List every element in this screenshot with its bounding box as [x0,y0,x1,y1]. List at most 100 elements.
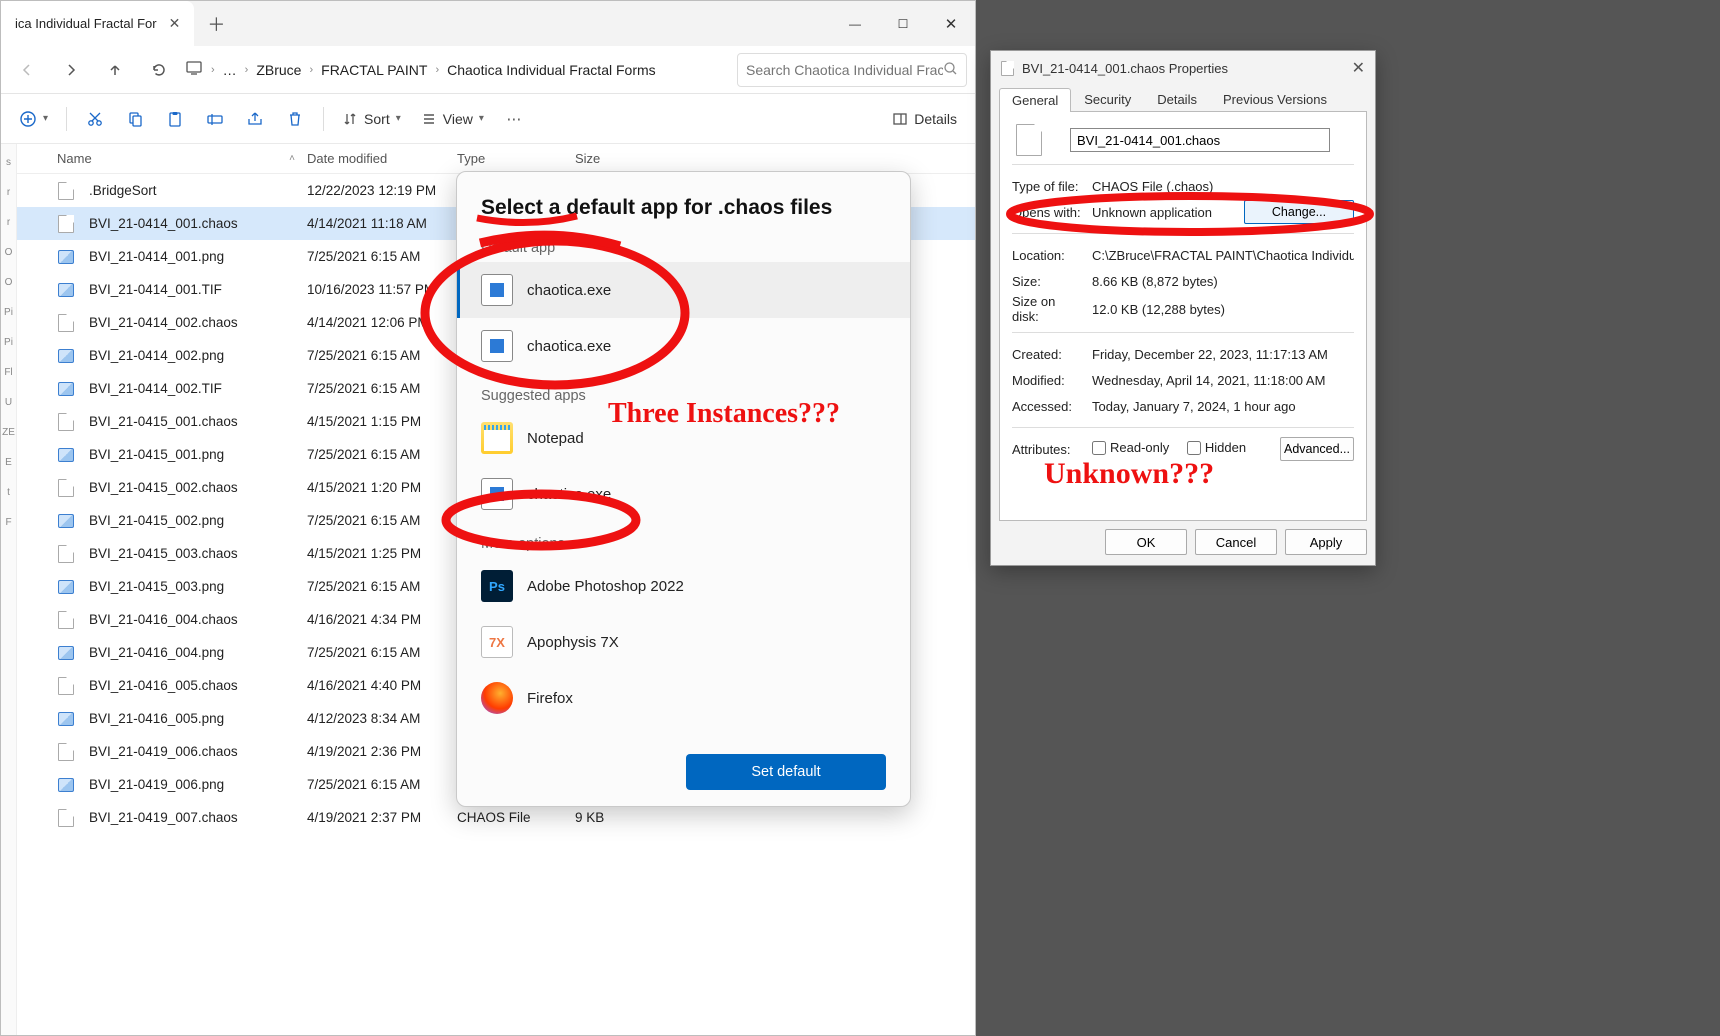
details-label: Details [914,111,957,127]
change-button[interactable]: Change... [1244,200,1354,224]
close-icon[interactable]: ✕ [1352,58,1365,78]
hidden-checkbox[interactable]: Hidden [1187,440,1246,455]
paste-button[interactable] [157,101,193,137]
sort-arrow-icon: ˄ [289,153,295,164]
forward-button[interactable] [53,52,89,88]
share-button[interactable] [237,101,273,137]
tif-icon [57,380,75,398]
crumb[interactable]: Chaotica Individual Fractal Forms [447,62,656,78]
app-chaotica-2[interactable]: chaotica.exe [457,318,910,374]
png-icon [57,446,75,464]
file-name: BVI_21-0414_001.png [89,249,224,264]
ok-button[interactable]: OK [1105,529,1187,555]
tab-close-icon[interactable]: ✕ [169,15,181,32]
crumb[interactable]: FRACTAL PAINT [321,62,427,78]
advanced-button[interactable]: Advanced... [1280,437,1354,461]
tab-details[interactable]: Details [1144,87,1210,111]
file-icon [57,611,75,629]
dialog-title: Select a default app for .chaos files [457,196,910,226]
delete-button[interactable] [277,101,313,137]
minimize-button[interactable]: — [831,1,879,46]
file-size: 9 KB [575,810,655,825]
readonly-checkbox[interactable]: Read-only [1092,440,1169,455]
search-box[interactable] [737,53,967,87]
file-name: BVI_21-0414_002.TIF [89,381,222,396]
maximize-button[interactable]: ☐ [879,1,927,46]
file-icon [57,182,75,200]
tab-title: ica Individual Fractal For [15,16,157,31]
file-name: BVI_21-0415_002.png [89,513,224,528]
file-name: BVI_21-0415_001.chaos [89,414,238,429]
tab-security[interactable]: Security [1071,87,1144,111]
section-more: More options [457,522,910,558]
view-button[interactable]: View▾ [413,101,492,137]
app-firefox[interactable]: Firefox [457,670,910,726]
file-name: BVI_21-0415_001.png [89,447,224,462]
app-apophysis[interactable]: 7XApophysis 7X [457,614,910,670]
details-pane-button[interactable]: Details [884,101,965,137]
file-date: 7/25/2021 6:15 AM [307,249,457,264]
up-button[interactable] [97,52,133,88]
file-type: CHAOS File [457,810,575,825]
explorer-tab[interactable]: ica Individual Fractal For ✕ [1,1,194,46]
col-name[interactable]: Name [57,151,92,166]
cut-button[interactable] [77,101,113,137]
file-name: BVI_21-0414_001.chaos [89,216,238,231]
app-icon [481,274,513,306]
app-chaotica-1[interactable]: chaotica.exe [457,262,910,318]
file-date: 4/16/2021 4:34 PM [307,612,457,627]
crumb[interactable]: ZBruce [256,62,301,78]
cancel-button[interactable]: Cancel [1195,529,1277,555]
file-icon [57,743,75,761]
big-file-icon [1016,124,1042,156]
rename-button[interactable] [197,101,233,137]
file-name: .BridgeSort [89,183,157,198]
location-value: C:\ZBruce\FRACTAL PAINT\Chaotica Individ… [1092,248,1354,263]
sort-button[interactable]: Sort▾ [334,101,409,137]
col-type[interactable]: Type [457,151,575,166]
tabs: General Security Details Previous Versio… [991,85,1375,111]
refresh-button[interactable] [141,52,177,88]
tif-icon [57,281,75,299]
app-chaotica-3[interactable]: chaotica.exe [457,466,910,522]
view-label: View [443,111,473,127]
section-default: Default app [457,226,910,262]
file-date: 4/15/2021 1:15 PM [307,414,457,429]
column-headers[interactable]: Name ˄ Date modified Type Size [17,144,975,174]
notepad-icon [481,422,513,454]
breadcrumbs[interactable]: ›…› ZBruce› FRACTAL PAINT› Chaotica Indi… [185,59,729,80]
search-icon [943,61,958,79]
photoshop-icon: Ps [481,570,513,602]
open-with-dialog: Select a default app for .chaos files De… [456,171,911,807]
tab-prev-versions[interactable]: Previous Versions [1210,87,1340,111]
app-notepad[interactable]: Notepad [457,410,910,466]
apply-button[interactable]: Apply [1285,529,1367,555]
new-button[interactable]: ▾ [11,101,56,137]
new-tab-button[interactable]: ＋ [194,1,238,46]
png-icon [57,710,75,728]
file-date: 4/16/2021 4:40 PM [307,678,457,693]
filename-input[interactable] [1070,128,1330,152]
file-date: 7/25/2021 6:15 AM [307,447,457,462]
set-default-button[interactable]: Set default [686,754,886,790]
file-date: 4/14/2021 11:18 AM [307,216,457,231]
toolbar: ▾ Sort▾ View▾ ⋯ Details [1,94,975,144]
monitor-icon [185,59,203,80]
back-button[interactable] [9,52,45,88]
file-name: BVI_21-0414_002.chaos [89,315,238,330]
close-window-button[interactable]: ✕ [927,1,975,46]
tab-general[interactable]: General [999,88,1071,112]
file-date: 10/16/2023 11:57 PM [307,282,457,297]
app-photoshop[interactable]: PsAdobe Photoshop 2022 [457,558,910,614]
modified-value: Wednesday, April 14, 2021, 11:18:00 AM [1092,373,1354,388]
col-date[interactable]: Date modified [307,151,457,166]
col-size[interactable]: Size [575,151,655,166]
search-input[interactable] [746,62,943,78]
more-button[interactable]: ⋯ [496,101,532,137]
copy-button[interactable] [117,101,153,137]
dialog-titlebar[interactable]: BVI_21-0414_001.chaos Properties ✕ [991,51,1375,85]
file-name: BVI_21-0416_005.chaos [89,678,238,693]
png-icon [57,578,75,596]
file-name: BVI_21-0416_005.png [89,711,224,726]
file-name: BVI_21-0414_001.TIF [89,282,222,297]
